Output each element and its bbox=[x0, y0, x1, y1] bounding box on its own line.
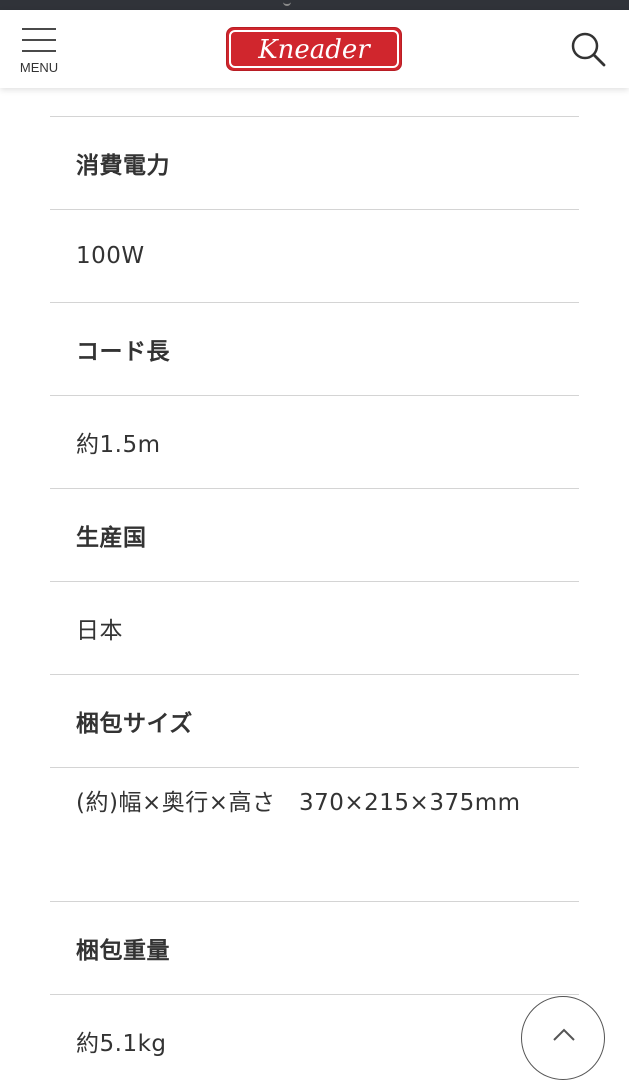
spec-label: 梱包重量 bbox=[50, 901, 579, 994]
spec-table: 消費電力 100W コード長 約1.5m 生産国 日本 梱包サイズ (約)幅×奥… bbox=[50, 116, 579, 1087]
menu-button[interactable]: MENU bbox=[14, 22, 64, 82]
menu-label: MENU bbox=[19, 60, 59, 75]
spec-label: 梱包サイズ bbox=[50, 674, 579, 767]
spec-label: 消費電力 bbox=[50, 116, 579, 209]
spec-value: 約5.1kg bbox=[50, 994, 579, 1087]
spec-value: 日本 bbox=[50, 581, 579, 674]
kneader-logo-icon: Kneader bbox=[226, 27, 402, 71]
hamburger-icon bbox=[22, 26, 56, 52]
search-icon bbox=[571, 32, 606, 67]
status-bar bbox=[0, 0, 629, 10]
spec-label: 生産国 bbox=[50, 488, 579, 581]
search-button[interactable] bbox=[568, 30, 608, 70]
spec-value: 約1.5m bbox=[50, 395, 579, 488]
brand-logo[interactable]: Kneader bbox=[225, 26, 403, 72]
spec-label: コード長 bbox=[50, 302, 579, 395]
spec-value: (約)幅×奥行×高さ 370×215×375mm bbox=[50, 767, 579, 901]
site-header: MENU Kneader bbox=[0, 10, 629, 88]
logo-text: Kneader bbox=[257, 35, 371, 65]
scroll-to-top-button[interactable] bbox=[521, 996, 605, 1080]
status-bar-indicator bbox=[283, 0, 291, 6]
spec-value: 100W bbox=[50, 209, 579, 302]
chevron-up-icon bbox=[553, 1028, 575, 1041]
